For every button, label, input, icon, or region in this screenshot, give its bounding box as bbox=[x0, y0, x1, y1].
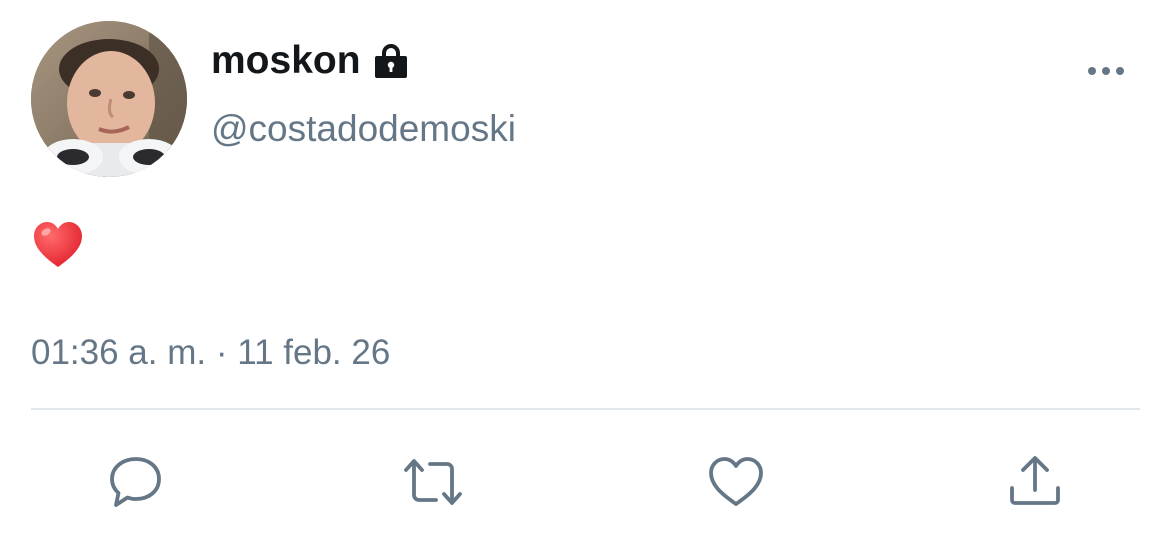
divider bbox=[31, 408, 1140, 410]
more-horizontal-icon[interactable] bbox=[1083, 58, 1129, 84]
display-name-row[interactable]: moskon bbox=[211, 38, 410, 84]
share-icon bbox=[1010, 456, 1060, 505]
retweet-icon bbox=[404, 459, 462, 505]
display-name[interactable]: moskon bbox=[211, 38, 361, 84]
tweet-text bbox=[31, 219, 85, 273]
like-icon bbox=[709, 457, 763, 506]
reply-icon bbox=[110, 457, 161, 507]
avatar[interactable] bbox=[31, 21, 187, 177]
red-heart-emoji bbox=[34, 222, 82, 267]
retweet-button[interactable] bbox=[403, 452, 463, 512]
like-button[interactable] bbox=[706, 452, 766, 512]
user-handle[interactable]: @costadodemoski bbox=[211, 106, 516, 152]
share-button[interactable] bbox=[1005, 452, 1065, 512]
lock-icon bbox=[372, 42, 410, 80]
tweet-timestamp[interactable]: 01:36 a. m. · 11 feb. 26 bbox=[31, 331, 390, 375]
reply-button[interactable] bbox=[106, 452, 166, 512]
profile-photo bbox=[31, 21, 187, 177]
